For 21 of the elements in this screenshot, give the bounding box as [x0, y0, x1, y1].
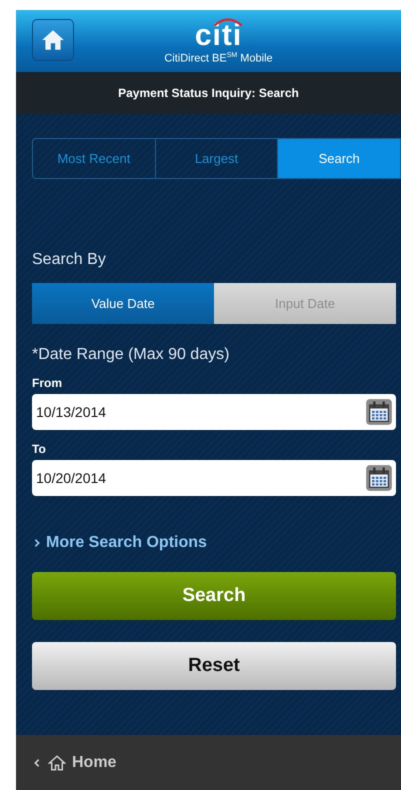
field-label: To [32, 442, 47, 456]
search-button[interactable]: Search [32, 572, 396, 620]
home-button[interactable] [32, 19, 74, 61]
page-title: Payment Status Inquiry: Search [118, 86, 299, 100]
logo: citi [194, 17, 242, 52]
more-options-link[interactable]: More Search Options [32, 534, 207, 552]
reset-button[interactable]: Reset [32, 642, 396, 690]
date-field[interactable]: 10/13/2014 [32, 394, 396, 430]
chevron-left-icon [32, 756, 42, 768]
calendar-icon[interactable] [364, 464, 394, 492]
field-label: From [32, 376, 63, 390]
home-icon [48, 754, 66, 772]
date-field[interactable]: 10/20/2014 [32, 460, 396, 496]
tab[interactable]: Most Recent [33, 139, 156, 178]
tab[interactable]: Search [278, 139, 401, 178]
calendar-icon[interactable] [364, 398, 394, 426]
section-label: *Date Range (Max 90 days) [32, 346, 230, 364]
home-link[interactable]: Home [32, 754, 116, 772]
app-subtitle: CitiDirect BE$^{SM}$ Mobile [164, 52, 273, 65]
segment-option[interactable]: Value Date [32, 283, 214, 324]
section-label: Search By [32, 251, 107, 269]
